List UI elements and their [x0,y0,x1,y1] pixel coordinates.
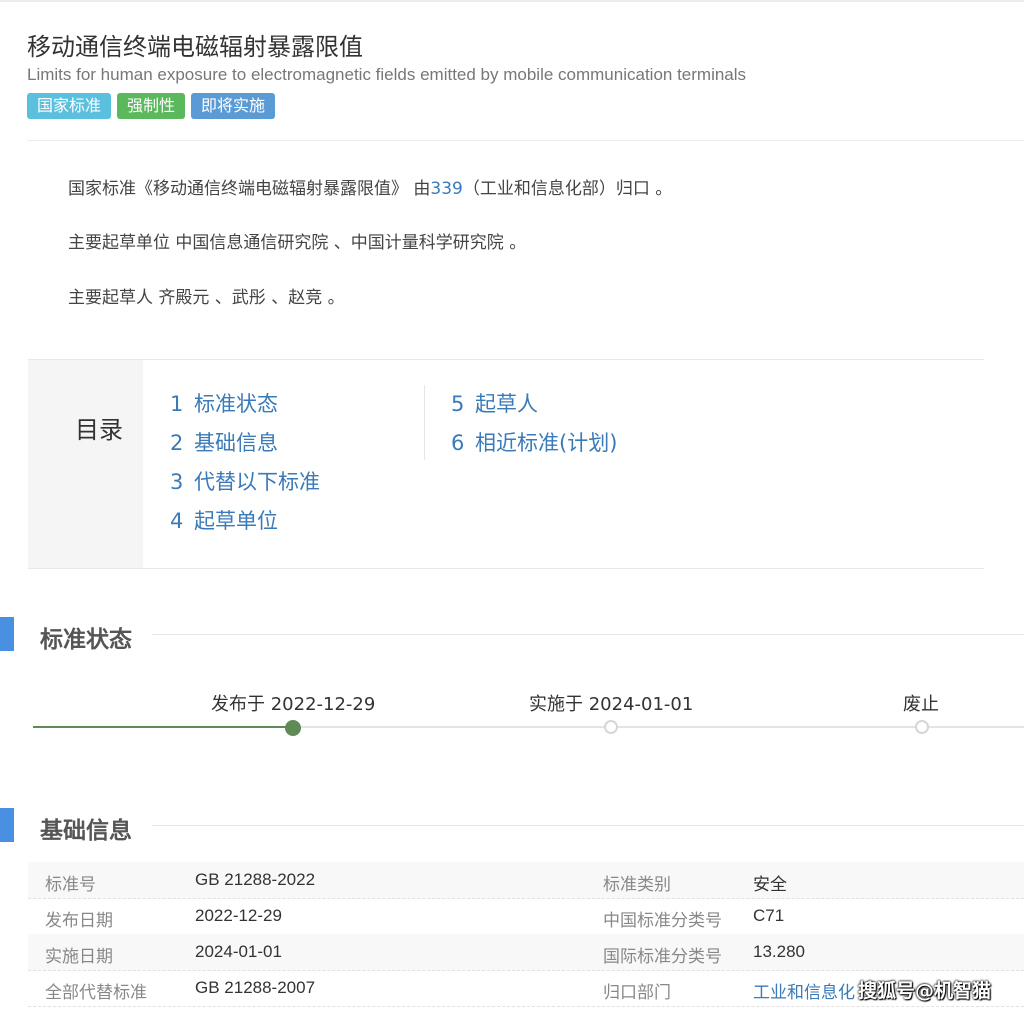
info-value: GB 21288-2022 [195,870,316,889]
info-value: 2024-01-01 [195,942,282,961]
toc-item-number: 5 [451,392,465,416]
info-value: 安全 [753,875,787,895]
timeline-dot-abolished [915,720,929,734]
toc-item-label: 代替以下标准 [194,470,320,494]
toc-item-label: 起草人 [475,392,538,416]
info-value: GB 21288-2007 [195,978,316,997]
toc-item-number: 1 [170,392,184,416]
section-title-basic: 基础信息 [40,818,132,844]
committee-link[interactable]: 339 [430,179,462,199]
section-line-basic [152,825,1024,826]
info-row: 实施日期 2024-01-01 国际标准分类号 13.280 [28,934,1024,971]
toc-item-label: 标准状态 [194,392,278,416]
table-of-contents: 目录 1 标准状态 2 基础信息 3 代替以下标准 4 起草单位 5 起草人 6 相近标准(… [28,359,984,569]
section-marker-status [0,617,14,651]
summary-line-1-suffix: （工业和信息化部）归口 。 [462,179,673,199]
toc-item-replaced-standards[interactable]: 3 代替以下标准 [170,466,320,496]
tag-mandatory: 强制性 [117,93,186,119]
summary-line-2: 主要起草单位 中国信息通信研究院 、中国计量科学研究院 。 [68,233,527,253]
info-label: 归口部门 [603,983,671,1003]
toc-item-number: 6 [451,431,465,455]
toc-item-basic-info[interactable]: 2 基础信息 [170,427,278,457]
toc-item-number: 4 [170,509,184,533]
summary-line-3: 主要起草人 齐殿元 、武彤 、赵竞 。 [68,288,345,308]
info-row: 标准号 GB 21288-2022 标准类别 安全 [28,862,1024,899]
timeline-label-published: 发布于 2022-12-29 [211,694,376,715]
info-label: 实施日期 [45,947,113,967]
toc-item-drafters[interactable]: 5 起草人 [451,388,538,418]
tag-upcoming: 即将实施 [191,93,276,119]
info-row: 发布日期 2022-12-29 中国标准分类号 C71 [28,898,1024,935]
toc-separator [424,385,425,460]
timeline-dot-published [285,720,301,736]
info-value: C71 [753,906,785,925]
section-marker-basic [0,808,14,842]
toc-item-status[interactable]: 1 标准状态 [170,388,278,418]
info-label: 标准号 [45,875,96,895]
watermark: 搜狐号@机智猫 [858,980,992,1002]
toc-item-number: 3 [170,470,184,494]
tag-national-standard: 国家标准 [27,93,112,119]
info-value: 13.280 [753,942,805,961]
section-line-status [152,634,1024,635]
summary-line-1-prefix: 国家标准《移动通信终端电磁辐射暴露限值》 由 [68,179,431,199]
info-label: 标准类别 [603,875,671,895]
toc-item-number: 2 [170,431,184,455]
info-value: 2022-12-29 [195,906,282,925]
info-label: 国际标准分类号 [603,947,722,967]
toc-label: 目录 [75,416,123,444]
header-divider [27,140,1024,141]
page-title: 移动通信终端电磁辐射暴露限值 [27,33,363,61]
toc-item-label: 基础信息 [194,431,278,455]
info-label: 发布日期 [45,911,113,931]
timeline-label-effective: 实施于 2024-01-01 [529,694,694,715]
timeline-dot-effective [604,720,618,734]
toc-sidebar: 目录 [28,360,143,568]
toc-item-label: 起草单位 [194,509,278,533]
tag-list: 国家标准 强制性 即将实施 [27,93,276,119]
timeline-progress [33,726,296,728]
toc-item-drafting-units[interactable]: 4 起草单位 [170,505,278,535]
page-subtitle: Limits for human exposure to electromagn… [27,65,747,84]
department-link[interactable]: 工业和信息化 [753,978,855,1003]
toc-item-similar-standards[interactable]: 6 相近标准(计划) [451,427,617,457]
section-title-status: 标准状态 [40,627,132,653]
timeline-label-abolished: 废止 [903,694,939,715]
info-label: 中国标准分类号 [603,911,722,931]
toc-item-label: 相近标准(计划) [475,431,618,455]
info-label: 全部代替标准 [45,983,147,1003]
summary-line-1: 国家标准《移动通信终端电磁辐射暴露限值》 由339（工业和信息化部）归口 。 [68,174,672,199]
top-border [0,0,1024,2]
